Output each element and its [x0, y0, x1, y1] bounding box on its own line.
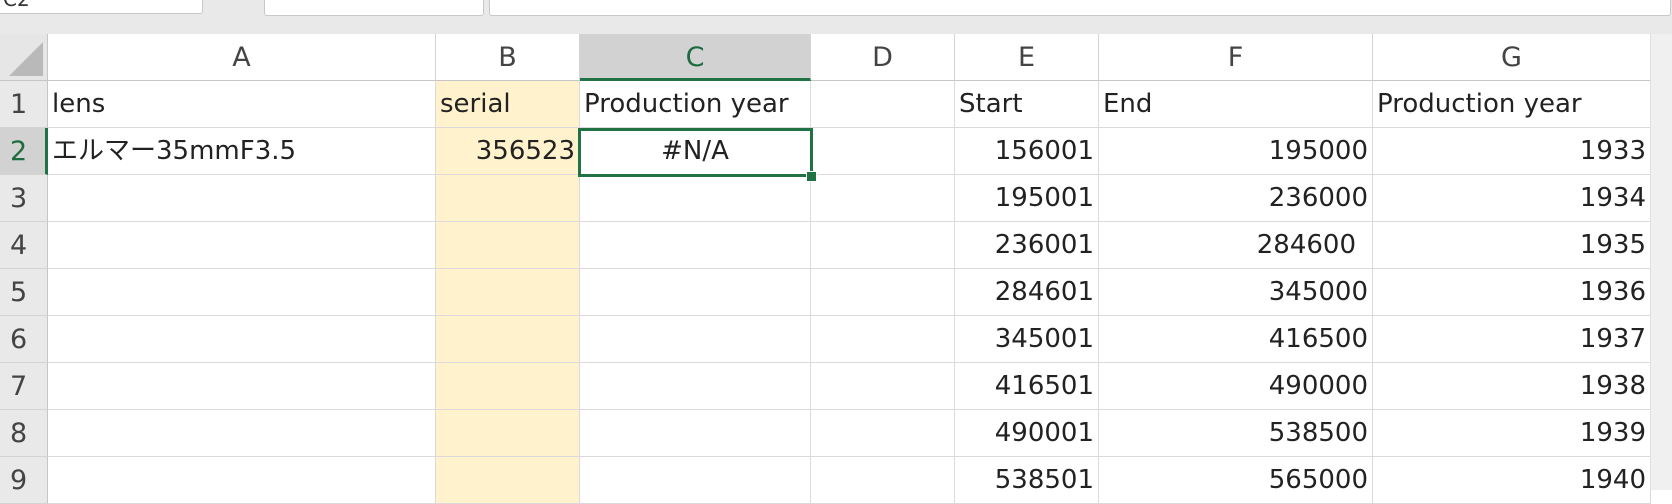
- row-header-3[interactable]: 3: [0, 175, 48, 222]
- row-header-7[interactable]: 7: [0, 363, 48, 410]
- cell-e1[interactable]: Start: [955, 81, 1099, 128]
- cell-f3[interactable]: 236000: [1099, 175, 1373, 222]
- cell-b8[interactable]: [436, 410, 580, 457]
- select-all-corner[interactable]: [0, 34, 48, 81]
- cell-e3[interactable]: 195001: [955, 175, 1099, 222]
- column-header-a[interactable]: A: [48, 34, 436, 81]
- cell-e7[interactable]: 416501: [955, 363, 1099, 410]
- cell-a7[interactable]: [48, 363, 436, 410]
- column-header-c[interactable]: C: [580, 34, 811, 81]
- cell-a1[interactable]: lens: [48, 81, 436, 128]
- cell-a6[interactable]: [48, 316, 436, 363]
- fill-handle[interactable]: [806, 171, 817, 182]
- row-header-1[interactable]: 1: [0, 81, 48, 128]
- row-header-6[interactable]: 6: [0, 316, 48, 363]
- cell-d4[interactable]: [811, 222, 955, 269]
- cell-b5[interactable]: [436, 269, 580, 316]
- cell-e2[interactable]: 156001: [955, 128, 1099, 175]
- cell-f7[interactable]: 490000: [1099, 363, 1373, 410]
- cell-e4[interactable]: 236001: [955, 222, 1099, 269]
- name-box[interactable]: C2: [0, 0, 203, 14]
- cell-a9[interactable]: [48, 457, 436, 504]
- cell-f2[interactable]: 195000: [1099, 128, 1373, 175]
- column-header-g[interactable]: G: [1373, 34, 1651, 81]
- formula-input[interactable]: [489, 0, 1671, 16]
- cell-d5[interactable]: [811, 269, 955, 316]
- cell-g6[interactable]: 1937: [1373, 316, 1651, 363]
- cell-c1[interactable]: Production year: [580, 81, 811, 128]
- cell-d8[interactable]: [811, 410, 955, 457]
- vertical-scrollbar[interactable]: [1650, 34, 1672, 490]
- cell-e5[interactable]: 284601: [955, 269, 1099, 316]
- cell-b9[interactable]: [436, 457, 580, 504]
- row-header-2[interactable]: 2: [0, 128, 48, 175]
- cell-b1[interactable]: serial: [436, 81, 580, 128]
- cell-d1[interactable]: [811, 81, 955, 128]
- cell-g3[interactable]: 1934: [1373, 175, 1651, 222]
- cell-a5[interactable]: [48, 269, 436, 316]
- cell-b7[interactable]: [436, 363, 580, 410]
- column-header-b[interactable]: B: [436, 34, 580, 81]
- cell-b6[interactable]: [436, 316, 580, 363]
- cell-c9[interactable]: [580, 457, 811, 504]
- cell-f9[interactable]: 565000: [1099, 457, 1373, 504]
- cell-f6[interactable]: 416500: [1099, 316, 1373, 363]
- cell-a2[interactable]: エルマー35mmF3.5: [48, 128, 436, 175]
- cell-g4[interactable]: 1935: [1373, 222, 1651, 269]
- row-header-5[interactable]: 5: [0, 269, 48, 316]
- cell-g7[interactable]: 1938: [1373, 363, 1651, 410]
- row-header-8[interactable]: 8: [0, 410, 48, 457]
- cell-g8[interactable]: 1939: [1373, 410, 1651, 457]
- cell-b2[interactable]: 356523: [436, 128, 580, 175]
- cell-c6[interactable]: [580, 316, 811, 363]
- cell-d6[interactable]: [811, 316, 955, 363]
- cell-g5[interactable]: 1936: [1373, 269, 1651, 316]
- column-header-f[interactable]: F: [1099, 34, 1373, 81]
- cell-e8[interactable]: 490001: [955, 410, 1099, 457]
- cell-c5[interactable]: [580, 269, 811, 316]
- cell-c4[interactable]: [580, 222, 811, 269]
- cell-c2[interactable]: #N/A: [580, 128, 811, 175]
- formula-bar-area: C2: [0, 0, 1672, 34]
- cell-g9[interactable]: 1940: [1373, 457, 1651, 504]
- column-header-e[interactable]: E: [955, 34, 1099, 81]
- cell-d9[interactable]: [811, 457, 955, 504]
- cell-f1[interactable]: End: [1099, 81, 1373, 128]
- cell-g1[interactable]: Production year: [1373, 81, 1651, 128]
- cell-b4[interactable]: [436, 222, 580, 269]
- cell-a8[interactable]: [48, 410, 436, 457]
- cell-b3[interactable]: [436, 175, 580, 222]
- cell-g2[interactable]: 1933: [1373, 128, 1651, 175]
- cell-a4[interactable]: [48, 222, 436, 269]
- cell-a3[interactable]: [48, 175, 436, 222]
- cell-f5[interactable]: 345000: [1099, 269, 1373, 316]
- cell-c8[interactable]: [580, 410, 811, 457]
- cell-f4[interactable]: 284600: [1099, 222, 1373, 269]
- cell-d3[interactable]: [811, 175, 955, 222]
- cell-c3[interactable]: [580, 175, 811, 222]
- cell-d7[interactable]: [811, 363, 955, 410]
- row-header-9[interactable]: 9: [0, 457, 48, 504]
- row-header-4[interactable]: 4: [0, 222, 48, 269]
- select-all-icon: [9, 42, 43, 76]
- spreadsheet-grid: A B C D E F G 1 2 3 4 5 6 7 8 9 lens ser…: [0, 34, 1672, 504]
- cell-e9[interactable]: 538501: [955, 457, 1099, 504]
- cell-f8[interactable]: 538500: [1099, 410, 1373, 457]
- cell-e6[interactable]: 345001: [955, 316, 1099, 363]
- cell-d2[interactable]: [811, 128, 955, 175]
- function-box[interactable]: [264, 0, 484, 16]
- column-header-d[interactable]: D: [811, 34, 955, 81]
- cell-c7[interactable]: [580, 363, 811, 410]
